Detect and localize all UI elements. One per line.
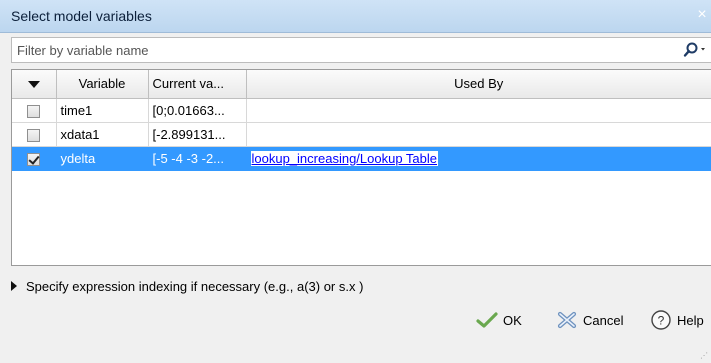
help-label: Help xyxy=(677,312,704,328)
cancel-label: Cancel xyxy=(583,312,624,328)
search-icon[interactable] xyxy=(673,41,707,59)
variables-table: Variable Current va... Used By time1 [0;… xyxy=(11,69,711,266)
used-by-column-header[interactable]: Used By xyxy=(246,70,711,99)
variable-cell: time1 xyxy=(56,98,149,123)
close-icon[interactable]: × xyxy=(695,6,709,24)
resize-grip-icon[interactable]: ⋰ xyxy=(700,351,708,360)
filter-input[interactable] xyxy=(12,38,652,62)
current-value-cell: [-5 -4 -3 -2... xyxy=(148,146,247,171)
help-icon: ? xyxy=(651,310,671,330)
current-value-cell: [-2.899131... xyxy=(148,122,247,147)
variable-cell: ydelta xyxy=(56,146,149,171)
used-by-link[interactable]: lookup_increasing/Lookup Table xyxy=(250,150,439,166)
indexing-expander[interactable]: Specify expression indexing if necessary… xyxy=(11,277,363,295)
variable-cell: xdata1 xyxy=(56,122,149,147)
title-bar: Select model variables × xyxy=(0,0,711,33)
row-checkbox[interactable] xyxy=(27,128,41,142)
table-row-selected[interactable]: ydelta [-5 -4 -3 -2... lookup_increasing… xyxy=(12,146,711,171)
filter-box xyxy=(11,37,711,63)
used-by-cell xyxy=(246,122,711,147)
svg-text:?: ? xyxy=(658,314,665,328)
cancel-x-icon xyxy=(557,311,577,329)
help-button[interactable]: ? Help xyxy=(650,306,704,334)
checkmark-icon xyxy=(476,312,498,328)
dropdown-arrow-icon xyxy=(27,81,40,89)
used-by-cell xyxy=(246,98,711,123)
window-title: Select model variables xyxy=(11,8,152,24)
current-value-cell: [0;0.01663... xyxy=(148,98,247,123)
expand-arrow-icon xyxy=(11,281,17,291)
indexing-label: Specify expression indexing if necessary… xyxy=(26,278,364,294)
ok-button[interactable]: OK xyxy=(476,306,522,334)
row-checkbox-checked[interactable] xyxy=(27,152,41,166)
table-header-row: Variable Current va... Used By xyxy=(12,70,711,99)
cancel-button[interactable]: Cancel xyxy=(556,306,623,334)
variable-column-header[interactable]: Variable xyxy=(56,70,149,99)
table-row[interactable]: time1 [0;0.01663... xyxy=(12,98,711,123)
row-checkbox[interactable] xyxy=(27,104,41,118)
table-row[interactable]: xdata1 [-2.899131... xyxy=(12,122,711,147)
select-all-column-header[interactable] xyxy=(12,70,57,99)
current-value-column-header[interactable]: Current va... xyxy=(148,70,247,99)
ok-label: OK xyxy=(503,312,522,328)
